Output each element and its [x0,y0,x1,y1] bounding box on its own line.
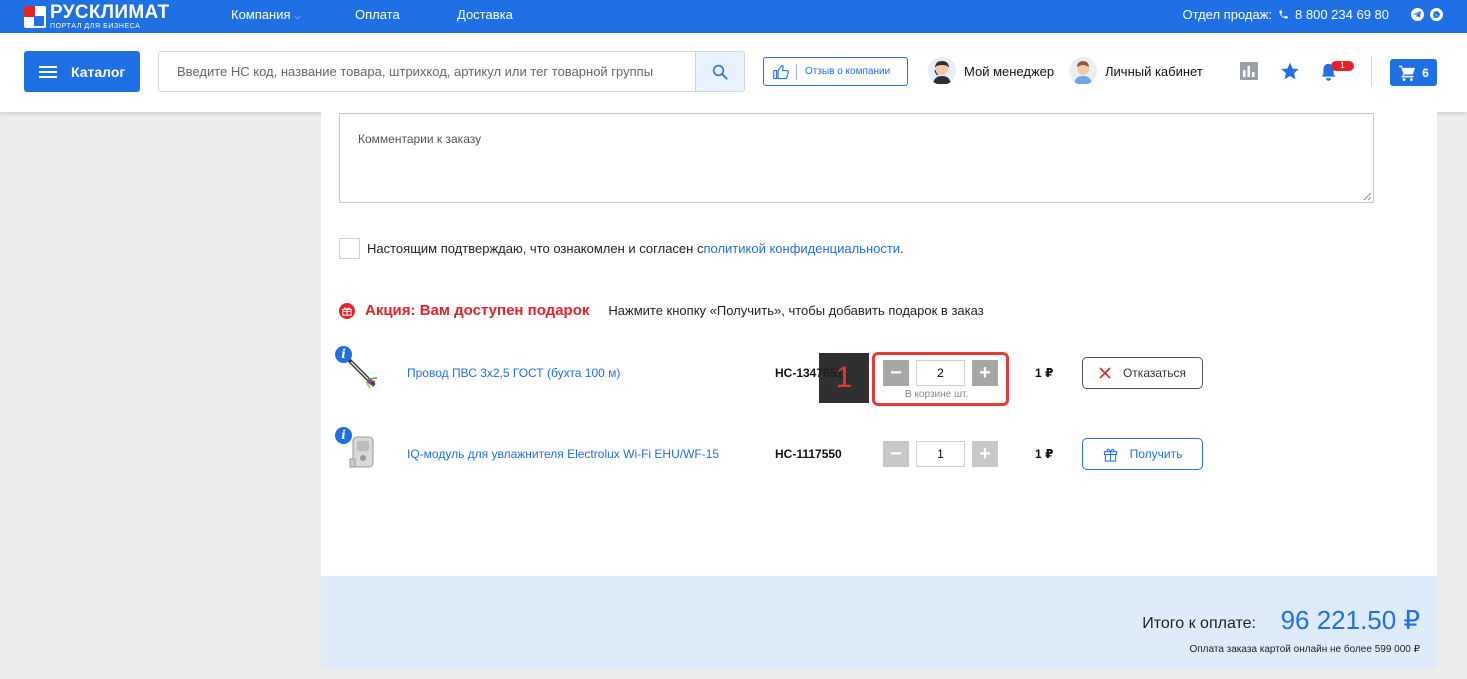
nav-delivery[interactable]: Доставка [457,7,513,22]
promo-title: Акция: Вам доступен подарок [365,302,590,319]
catalog-button[interactable]: Каталог [24,51,140,92]
nav-payment[interactable]: Оплата [355,7,400,22]
logo-mark [24,5,46,28]
phone-icon [1279,10,1288,19]
gift-icon [339,302,355,319]
header-divider [1371,56,1372,86]
logo-subtitle: ПОРТАЛ ДЛЯ БИЗНЕСА [50,23,141,30]
account-avatar [1069,57,1097,85]
refuse-gift-button[interactable]: Отказаться [1082,357,1203,389]
consent-text: Настоящим подтверждаю, что ознакомлен и … [367,241,704,256]
manager-avatar [928,57,956,85]
info-icon[interactable]: i [335,346,352,363]
quantity-increase-button[interactable]: + [972,441,998,467]
menu-icon [39,65,57,78]
quantity-input[interactable] [916,441,965,467]
chevron-down-icon: ⌵ [294,12,301,21]
cart-count: 6 [1422,65,1429,80]
my-manager-link[interactable]: Мой менеджер [928,57,1054,85]
card-payment-limit-note: Оплата заказа картой онлайн не более 599… [1189,644,1420,655]
gift-item-row: i Провод ПВС 3х2,5 ГОСТ (бухта 100 м) НС… [333,346,1233,396]
main-header: Каталог Отзыв о компании Мой менеджер Ли… [0,33,1467,112]
sales-phone[interactable]: 8 800 234 69 80 [1295,7,1389,22]
gift-item-name[interactable]: Провод ПВС 3х2,5 ГОСТ (бухта 100 м) [407,366,620,380]
search-button[interactable] [695,52,744,91]
order-comment-field[interactable] [339,113,1374,203]
promo-hint: Нажмите кнопку «Получить», чтобы добавит… [608,303,984,318]
logo[interactable]: РУСКЛИМАТ ПОРТАЛ ДЛЯ БИЗНЕСА [24,3,169,30]
privacy-consent-checkbox[interactable] [339,238,360,259]
total-value: 96 221.50 ₽ [1280,605,1420,635]
nav-company[interactable]: Компания ⌵ [231,7,301,22]
telegram-icon[interactable] [1411,8,1424,21]
review-button[interactable]: Отзыв о компании [763,57,908,86]
cart-button[interactable]: 6 [1390,59,1437,86]
sales-label: Отдел продаж: [1182,7,1273,22]
gift-item-row: i IQ-модуль для увлажнителя Electrolux W… [333,427,1233,477]
gift-promo-header: Акция: Вам доступен подарок Нажмите кноп… [339,302,984,319]
gift-item-price: 1 ₽ [1035,447,1054,461]
thumbs-up-icon [773,64,789,79]
gift-box-icon [1103,448,1117,462]
gift-item-name[interactable]: IQ-модуль для увлажнителя Electrolux Wi-… [407,447,719,461]
sales-department: Отдел продаж: 8 800 234 69 80 [1182,7,1443,22]
total-label: Итого к оплате: [1142,615,1256,632]
logo-title: РУСКЛИМАТ [50,2,170,23]
whatsapp-icon[interactable] [1430,8,1443,21]
privacy-policy-link[interactable]: политикой конфиденциальности [703,241,900,256]
compare-chart-icon[interactable] [1240,62,1258,80]
quantity-highlight-frame [872,352,1009,406]
step-callout: 1 [819,353,869,403]
privacy-consent: Настоящим подтверждаю, что ознакомлен и … [339,238,904,259]
get-gift-button[interactable]: Получить [1082,438,1203,470]
search-box [158,51,745,92]
info-icon[interactable]: i [335,427,352,444]
favorites-star-icon[interactable] [1280,61,1300,81]
gift-item-price: 1 ₽ [1035,366,1054,380]
personal-account-link[interactable]: Личный кабинет [1069,57,1203,85]
quantity-decrease-button[interactable]: − [883,441,909,467]
order-total-band: Итого к оплате: 96 221.50 ₽ Оплата заказ… [321,576,1437,669]
search-input[interactable] [159,52,697,91]
notifications-badge: 1 [1331,61,1354,71]
top-bar: РУСКЛИМАТ ПОРТАЛ ДЛЯ БИЗНЕСА Компания ⌵ О… [0,0,1467,33]
resize-handle-icon[interactable] [1363,192,1372,201]
gift-item-code: НС-1117550 [775,447,842,461]
close-icon [1099,367,1111,379]
search-icon [712,64,728,80]
quantity-stepper: − + [883,441,998,467]
cart-icon [1399,65,1416,81]
